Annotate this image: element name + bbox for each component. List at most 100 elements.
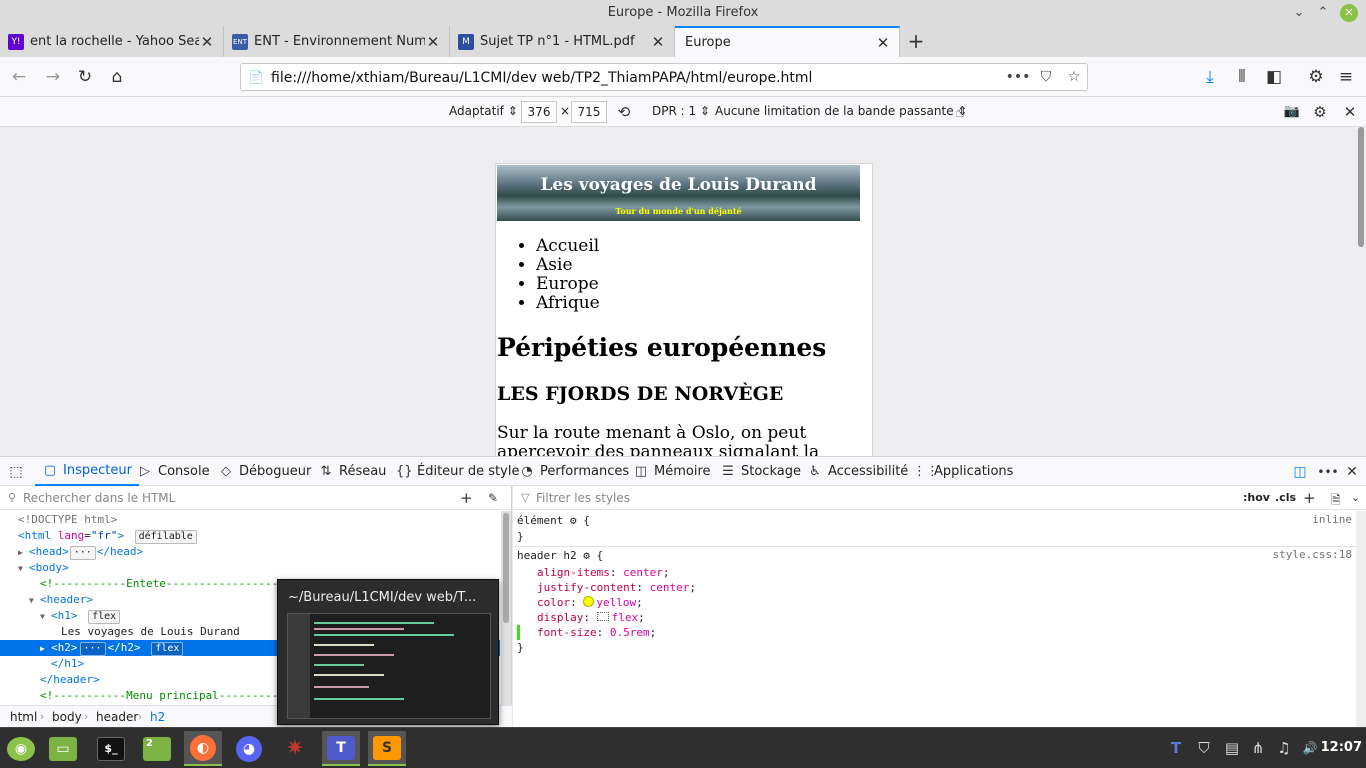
screenshot-icon[interactable]: 📷: [1282, 102, 1302, 122]
markup-search[interactable]: ⚲ Rechercher dans le HTML + ✎: [0, 486, 512, 510]
forward-icon[interactable]: →: [42, 66, 64, 88]
firefox-launcher[interactable]: ◐: [184, 731, 222, 766]
url-bar[interactable]: 📄 file:///home/xthiam/Bureau/L1CMI/dev w…: [240, 63, 1088, 91]
declaration-align-items[interactable]: align-items: center;: [537, 565, 669, 580]
flex-badge[interactable]: flex: [88, 610, 121, 624]
teams-tray-icon[interactable]: T: [1166, 738, 1186, 758]
markup-scrollbar[interactable]: [501, 511, 511, 705]
scrollable-badge[interactable]: défilable: [134, 530, 197, 544]
property-value[interactable]: yellow: [596, 596, 636, 609]
menu-item-asie[interactable]: Asie: [536, 256, 600, 275]
collapsed-dots[interactable]: ···: [69, 546, 96, 560]
breadcrumb-html[interactable]: html: [10, 710, 37, 724]
property-value[interactable]: center: [623, 566, 663, 579]
dpr-selector[interactable]: DPR : 1 ⇕: [652, 104, 710, 118]
menu-item-accueil[interactable]: Accueil: [536, 237, 600, 256]
extensions-icon[interactable]: ⚙: [1305, 66, 1327, 88]
music-icon[interactable]: ♫: [1274, 738, 1294, 758]
breadcrumb-header[interactable]: header: [96, 710, 138, 724]
sidebar-icon[interactable]: ◧: [1263, 66, 1285, 88]
shield-icon[interactable]: ⛉: [1194, 738, 1214, 758]
tab-applications[interactable]: ⋮⋮ Applications: [913, 457, 1013, 486]
preview-thumbnail[interactable]: [287, 613, 491, 719]
viewport-height-input[interactable]: 715: [571, 101, 607, 123]
home-icon[interactable]: ⌂: [106, 66, 128, 88]
mint-menu-button[interactable]: ◉: [2, 731, 40, 766]
dock-icon[interactable]: ◫: [1290, 462, 1310, 482]
declaration-justify-content[interactable]: justify-content: center;: [537, 580, 696, 595]
viewport-scrollbar[interactable]: [1358, 127, 1364, 247]
add-node-icon[interactable]: +: [460, 489, 473, 507]
sublime-launcher[interactable]: S: [368, 731, 406, 766]
throttling-selector[interactable]: Aucune limitation de la bande passante ⇕: [715, 104, 967, 118]
touch-simulation-icon[interactable]: ☝: [950, 102, 970, 122]
declaration-display[interactable]: display: flex;: [537, 610, 645, 625]
element-picker-icon[interactable]: ⬚: [6, 462, 26, 482]
tab-editeur-de-style[interactable]: {} Éditeur de style: [396, 457, 519, 486]
tab-reseau[interactable]: ⇅ Réseau: [318, 457, 387, 486]
rdm-close-icon[interactable]: ✕: [1340, 102, 1360, 122]
terminal-launcher[interactable]: $_: [92, 731, 130, 766]
print-media-icon[interactable]: 🗎: [1331, 491, 1341, 512]
rule-header-h2-selector[interactable]: header h2 ⚙ {: [517, 548, 603, 563]
markup-search-placeholder[interactable]: Rechercher dans le HTML: [23, 491, 175, 505]
tab-memoire[interactable]: ◫ Mémoire: [633, 457, 711, 486]
library-icon[interactable]: ⫴: [1231, 66, 1253, 88]
files-launcher[interactable]: ▭: [44, 731, 82, 766]
property-value[interactable]: flex: [612, 611, 639, 624]
tab-console[interactable]: ▷ Console: [137, 457, 210, 486]
new-tab-icon[interactable]: +: [904, 30, 928, 54]
url-text[interactable]: file:///home/xthiam/Bureau/L1CMI/dev web…: [271, 70, 812, 86]
tab-close-icon[interactable]: ✕: [199, 33, 215, 51]
flexbox-highlighter-icon[interactable]: [596, 612, 609, 621]
styles-filter-placeholder[interactable]: Filtrer les styles: [536, 491, 630, 505]
flex-badge[interactable]: flex: [151, 642, 184, 656]
rule-source-link[interactable]: style.css:18: [1273, 548, 1352, 561]
tab-europe[interactable]: Europe ✕: [675, 26, 900, 57]
tree-node-html[interactable]: <html lang="fr"> défilable: [0, 528, 500, 544]
expand-triangle-icon[interactable]: ▶: [18, 545, 29, 561]
expand-icon[interactable]: ⌄: [1351, 491, 1360, 504]
tab-close-icon[interactable]: ✕: [650, 33, 666, 51]
discord-launcher[interactable]: ◕: [230, 731, 268, 766]
property-name[interactable]: align-items: [537, 566, 610, 579]
menu-item-europe[interactable]: Europe: [536, 275, 600, 294]
property-name[interactable]: font-size: [537, 626, 597, 639]
breadcrumb-h2[interactable]: h2: [150, 710, 165, 724]
folder-launcher[interactable]: 2: [138, 731, 176, 766]
minimize-icon[interactable]: ⌄: [1290, 4, 1308, 22]
device-selector[interactable]: Adaptatif ⇕: [449, 104, 518, 118]
devtools-close-icon[interactable]: ✕: [1342, 462, 1362, 482]
property-value[interactable]: 0.5rem: [610, 626, 650, 639]
volume-icon[interactable]: 🔊: [1300, 738, 1320, 758]
gear-icon[interactable]: ⚙: [583, 549, 590, 562]
declaration-font-size[interactable]: font-size: 0.5rem;: [537, 625, 656, 640]
tree-node-head[interactable]: ▶ <head> ··· </head>: [0, 544, 500, 560]
tab-close-icon[interactable]: ✕: [875, 34, 891, 52]
tab-debogueur[interactable]: ◇ Débogueur: [218, 457, 311, 486]
property-name[interactable]: justify-content: [537, 581, 636, 594]
spider-launcher[interactable]: ✷: [276, 731, 314, 766]
color-swatch-icon[interactable]: [583, 596, 595, 607]
tab-yahoo[interactable]: Y! ent la rochelle - Yahoo Search ✕: [0, 26, 224, 57]
breadcrumb-body[interactable]: body: [52, 710, 82, 724]
property-name[interactable]: color: [537, 596, 570, 609]
collapse-triangle-icon[interactable]: ▼: [18, 561, 29, 577]
declaration-color[interactable]: color: yellow;: [537, 595, 643, 610]
expand-triangle-icon[interactable]: ▶: [40, 641, 51, 657]
hamburger-menu-icon[interactable]: ≡: [1335, 66, 1357, 88]
cls-button[interactable]: .cls: [1275, 491, 1296, 504]
hov-button[interactable]: :hov: [1243, 491, 1270, 504]
clipboard-icon[interactable]: ▤: [1222, 738, 1242, 758]
back-icon[interactable]: ←: [8, 66, 30, 88]
tab-inspecteur[interactable]: ▢ Inspecteur: [35, 457, 139, 486]
rotate-icon[interactable]: ⟲: [614, 102, 634, 122]
gear-icon[interactable]: ⚙: [570, 514, 577, 527]
bookmark-star-icon[interactable]: ☆: [1065, 68, 1083, 86]
styles-filter[interactable]: ▽ Filtrer les styles :hov .cls + 🗎 ⌄: [513, 486, 1366, 510]
collapse-triangle-icon[interactable]: ▼: [40, 609, 51, 625]
network-icon[interactable]: ⋔: [1248, 738, 1268, 758]
devtools-more-icon[interactable]: •••: [1316, 462, 1340, 482]
clock[interactable]: 12:07: [1321, 740, 1362, 755]
tab-ent[interactable]: ENT ENT - Environnement Numérique ✕: [224, 26, 450, 57]
